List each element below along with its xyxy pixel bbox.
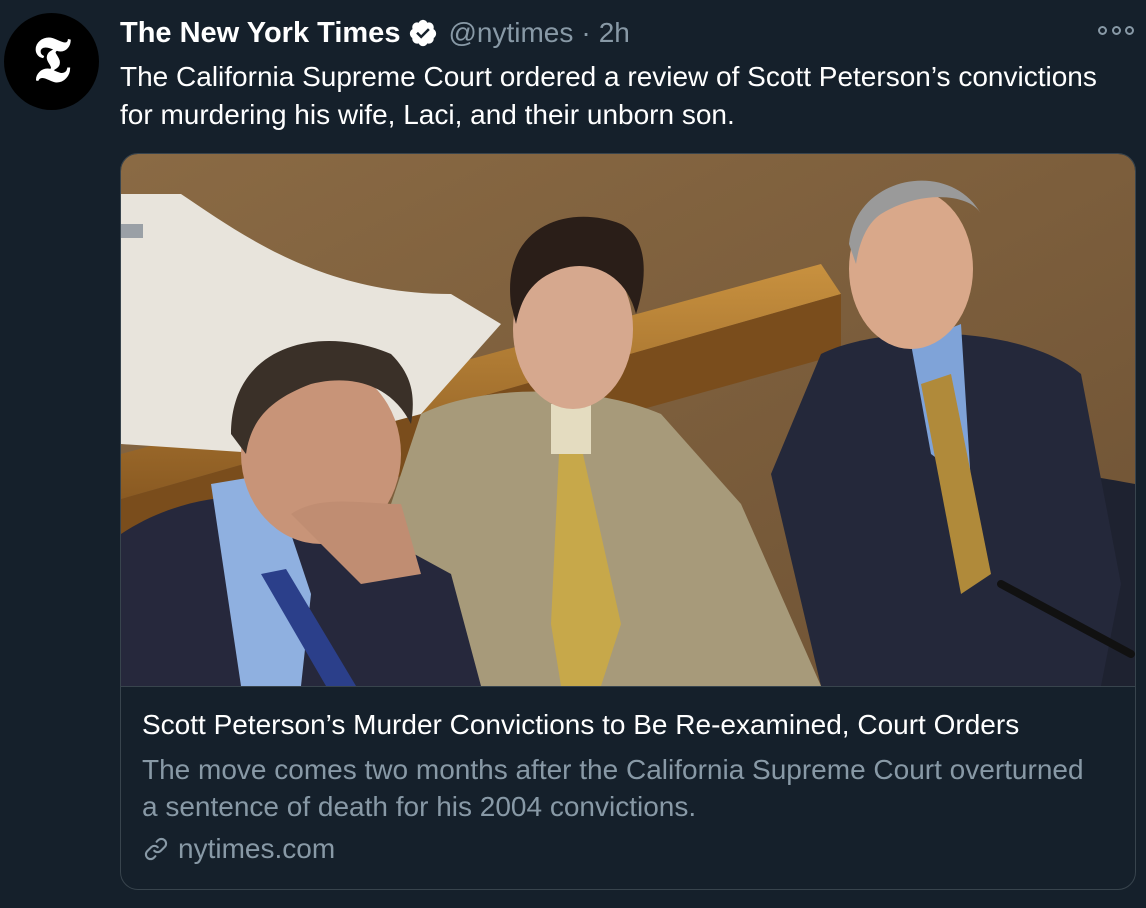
link-icon (144, 837, 168, 861)
tweet-text: The California Supreme Court ordered a r… (120, 61, 1097, 130)
separator-dot: · (581, 17, 591, 48)
more-dot (1098, 25, 1107, 35)
timestamp[interactable]: 2h (599, 17, 630, 49)
more-dot (1111, 25, 1121, 35)
display-name[interactable]: The New York Times (120, 17, 400, 50)
avatar[interactable]: 𝕿 (4, 13, 99, 110)
user-handle[interactable]: @nytimes (448, 17, 573, 49)
tweet-header: The New York Times @nytimes · 2h (120, 12, 630, 54)
courtroom-photo (121, 154, 1135, 686)
verified-badge-icon (410, 19, 437, 47)
more-options-icon[interactable] (1098, 20, 1134, 40)
tweet[interactable]: 𝕿 The New York Times @nytimes · 2h The C… (0, 0, 1146, 908)
more-dot (1125, 25, 1134, 35)
card-title: Scott Peterson’s Murder Convictions to B… (142, 709, 1020, 740)
card-domain-text: nytimes.com (178, 833, 336, 864)
card-description: The move comes two months after the Cali… (142, 754, 1084, 822)
card-image[interactable] (121, 154, 1135, 687)
link-card[interactable]: Scott Peterson’s Murder Convictions to B… (120, 153, 1136, 890)
nyt-logo-icon: 𝕿 (32, 22, 71, 96)
card-domain[interactable]: nytimes.com (142, 831, 335, 867)
